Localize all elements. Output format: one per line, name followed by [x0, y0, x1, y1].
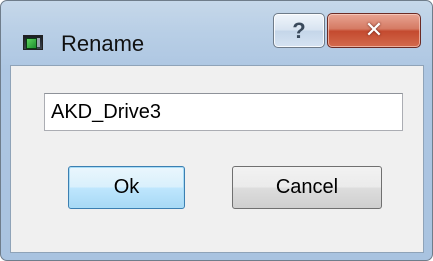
ok-button[interactable]: Ok [68, 166, 185, 209]
name-input[interactable] [44, 93, 403, 131]
dialog-body: Ok Cancel [10, 65, 424, 253]
help-button[interactable]: ? [273, 13, 325, 48]
app-icon [23, 35, 43, 50]
dialog-title: Rename [61, 31, 145, 56]
cancel-button[interactable]: Cancel [232, 166, 382, 209]
title-bar[interactable]: Rename ? ✕ [1, 1, 432, 65]
close-button[interactable]: ✕ [327, 13, 421, 48]
rename-dialog: Rename ? ✕ Ok Cancel [0, 0, 433, 261]
